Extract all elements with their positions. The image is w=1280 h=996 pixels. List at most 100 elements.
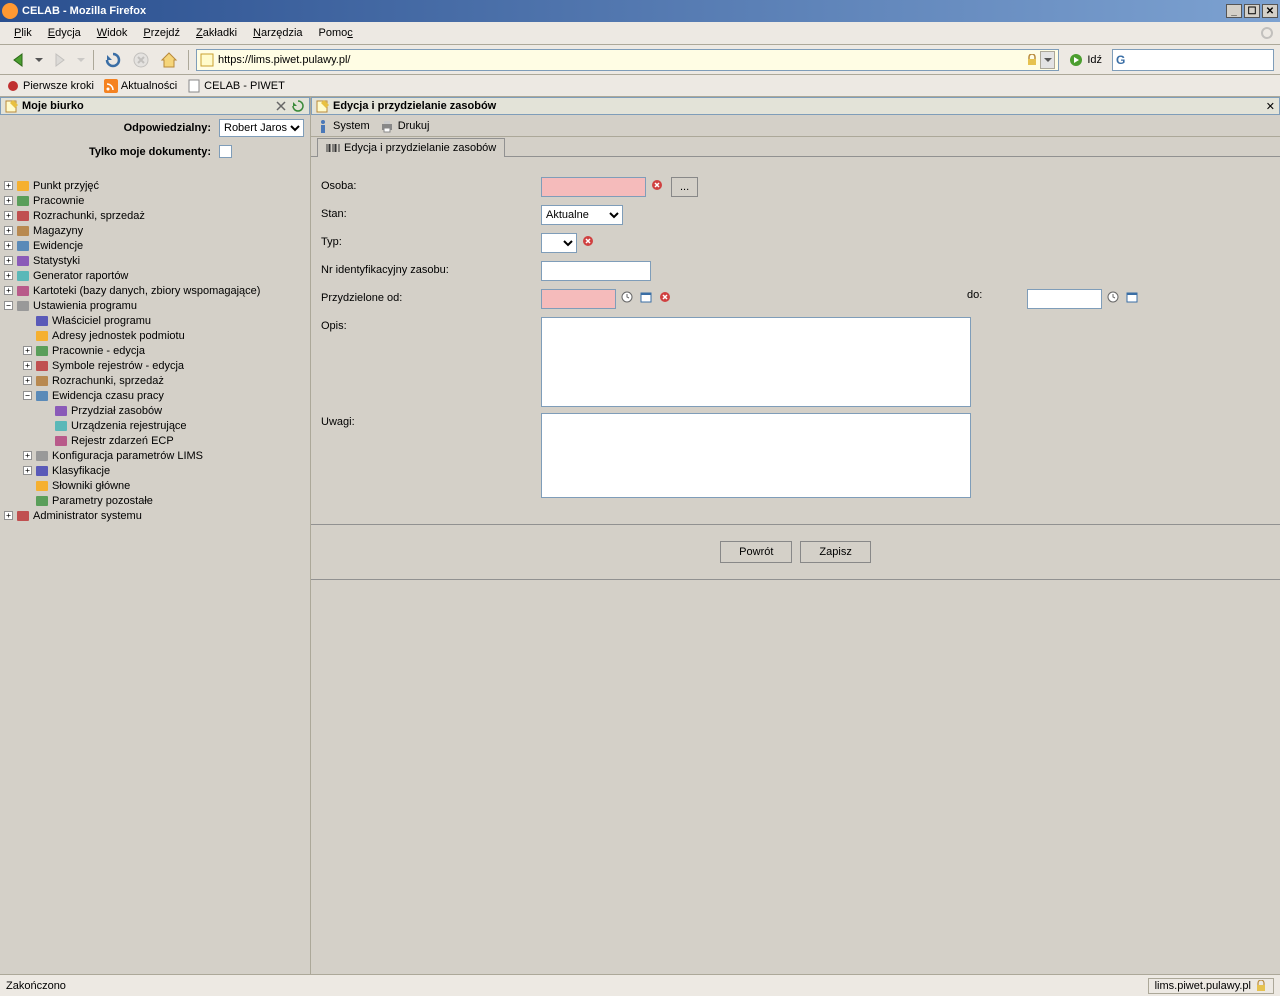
stan-select[interactable]: Aktualne — [541, 205, 623, 225]
tree-item[interactable]: +Administrator systemu — [4, 508, 306, 523]
back-button[interactable] — [6, 48, 30, 72]
tree-expander[interactable] — [42, 421, 51, 430]
home-button[interactable] — [157, 48, 181, 72]
tree-expander[interactable]: + — [23, 466, 32, 475]
menu-pomoc[interactable]: Pomoc — [311, 24, 361, 42]
forward-dropdown[interactable] — [76, 48, 86, 72]
search-box[interactable]: G — [1112, 49, 1274, 71]
tree-item[interactable]: +Magazyny — [4, 223, 306, 238]
tree-expander[interactable]: + — [23, 361, 32, 370]
od-calendar[interactable] — [638, 289, 654, 305]
tree-expander[interactable]: + — [4, 226, 13, 235]
tree-expander[interactable]: + — [4, 256, 13, 265]
tree-expander[interactable]: + — [23, 376, 32, 385]
back-button[interactable]: Powrót — [720, 541, 792, 563]
collapse-icon[interactable] — [274, 99, 288, 113]
tree-item[interactable]: Słowniki główne — [4, 478, 306, 493]
tree-expander[interactable]: + — [4, 211, 13, 220]
bookmark-aktualnosci[interactable]: Aktualności — [104, 79, 177, 93]
tree-item[interactable]: +Kartoteki (bazy danych, zbiory wspomaga… — [4, 283, 306, 298]
tree-expander[interactable] — [23, 331, 32, 340]
back-dropdown[interactable] — [34, 48, 44, 72]
tree-expander[interactable]: + — [4, 286, 13, 295]
maximize-button[interactable]: ☐ — [1244, 4, 1260, 18]
go-button[interactable]: Idź — [1063, 49, 1108, 71]
url-bar[interactable]: https://lims.piwet.pulawy.pl/ — [196, 49, 1059, 71]
tree-item[interactable]: +Symbole rejestrów - edycja — [4, 358, 306, 373]
tree-item[interactable]: +Rozrachunki, sprzedaż — [4, 373, 306, 388]
tree-item[interactable]: −Ewidencja czasu pracy — [4, 388, 306, 403]
reload-button[interactable] — [101, 48, 125, 72]
tree-expander[interactable] — [23, 496, 32, 505]
tree-item[interactable]: +Ewidencje — [4, 238, 306, 253]
bookmark-celab[interactable]: CELAB - PIWET — [187, 79, 285, 93]
tree-item[interactable]: Właściciel programu — [4, 313, 306, 328]
menu-zakladki[interactable]: Zakładki — [188, 24, 245, 42]
tree-item[interactable]: +Konfiguracja parametrów LIMS — [4, 448, 306, 463]
do-input[interactable] — [1027, 289, 1102, 309]
tree-expander[interactable]: − — [23, 391, 32, 400]
action-system[interactable]: System — [317, 119, 370, 133]
filter-docs-label: Tylko moje dokumenty: — [6, 146, 219, 158]
content-close[interactable]: ✕ — [1266, 100, 1275, 113]
tree-expander[interactable]: − — [4, 301, 13, 310]
menu-przejdz[interactable]: Przejdź — [135, 24, 188, 42]
tree-item[interactable]: −Ustawienia programu — [4, 298, 306, 313]
opis-input[interactable] — [541, 317, 971, 407]
osoba-clear[interactable] — [649, 177, 665, 193]
menu-plik[interactable]: Plik — [6, 24, 40, 42]
tree-expander[interactable] — [42, 406, 51, 415]
tree-item[interactable]: +Statystyki — [4, 253, 306, 268]
stop-button[interactable] — [129, 48, 153, 72]
tree-item[interactable]: +Pracownie — [4, 193, 306, 208]
tree-item[interactable]: +Rozrachunki, sprzedaż — [4, 208, 306, 223]
do-clock[interactable] — [1105, 289, 1121, 305]
tree-expander[interactable] — [42, 436, 51, 445]
tree-expander[interactable] — [23, 481, 32, 490]
nr-input[interactable] — [541, 261, 651, 281]
url-dropdown[interactable] — [1040, 51, 1055, 69]
tree-item[interactable]: +Klasyfikacje — [4, 463, 306, 478]
forward-button[interactable] — [48, 48, 72, 72]
tab-edycja[interactable]: Edycja i przydzielanie zasobów — [317, 138, 505, 157]
osoba-input[interactable] — [541, 177, 646, 197]
minimize-button[interactable]: _ — [1226, 4, 1242, 18]
tree-expander[interactable]: + — [23, 346, 32, 355]
tree-expander[interactable]: + — [4, 196, 13, 205]
tree-expander[interactable] — [23, 316, 32, 325]
tree-item[interactable]: +Generator raportów — [4, 268, 306, 283]
tree-expander[interactable]: + — [4, 271, 13, 280]
tree-item[interactable]: Przydział zasobów — [4, 403, 306, 418]
osoba-browse[interactable]: ... — [671, 177, 698, 197]
close-button[interactable]: ✕ — [1262, 4, 1278, 18]
menu-edycja[interactable]: Edycja — [40, 24, 89, 42]
tree-expander[interactable]: + — [4, 241, 13, 250]
od-clear[interactable] — [657, 289, 673, 305]
typ-clear[interactable] — [580, 233, 596, 249]
tree-item[interactable]: Rejestr zdarzeń ECP — [4, 433, 306, 448]
refresh-icon[interactable] — [291, 99, 305, 113]
tree-expander[interactable]: + — [4, 511, 13, 520]
od-clock[interactable] — [619, 289, 635, 305]
menu-narzedzia[interactable]: Narzędzia — [245, 24, 311, 42]
save-button[interactable]: Zapisz — [800, 541, 870, 563]
uwagi-input[interactable] — [541, 413, 971, 498]
stan-label: Stan: — [321, 205, 541, 220]
typ-select[interactable] — [541, 233, 577, 253]
od-input[interactable] — [541, 289, 616, 309]
action-drukuj[interactable]: Drukuj — [380, 119, 430, 133]
tree-item[interactable]: +Pracownie - edycja — [4, 343, 306, 358]
do-calendar[interactable] — [1124, 289, 1140, 305]
tree-item[interactable]: Urządzenia rejestrujące — [4, 418, 306, 433]
tree-expander[interactable]: + — [4, 181, 13, 190]
opis-label: Opis: — [321, 317, 541, 332]
filter-docs-checkbox[interactable] — [219, 145, 232, 158]
filter-odp-select[interactable]: Robert Jaros — [219, 119, 304, 137]
menu-widok[interactable]: Widok — [89, 24, 136, 42]
tree-item[interactable]: Adresy jednostek podmiotu — [4, 328, 306, 343]
tree-item[interactable]: Parametry pozostałe — [4, 493, 306, 508]
tree-expander[interactable]: + — [23, 451, 32, 460]
bookmark-pierwsze[interactable]: Pierwsze kroki — [6, 79, 94, 93]
tree-item[interactable]: +Punkt przyjęć — [4, 178, 306, 193]
tab-bar: Edycja i przydzielanie zasobów — [311, 137, 1280, 157]
